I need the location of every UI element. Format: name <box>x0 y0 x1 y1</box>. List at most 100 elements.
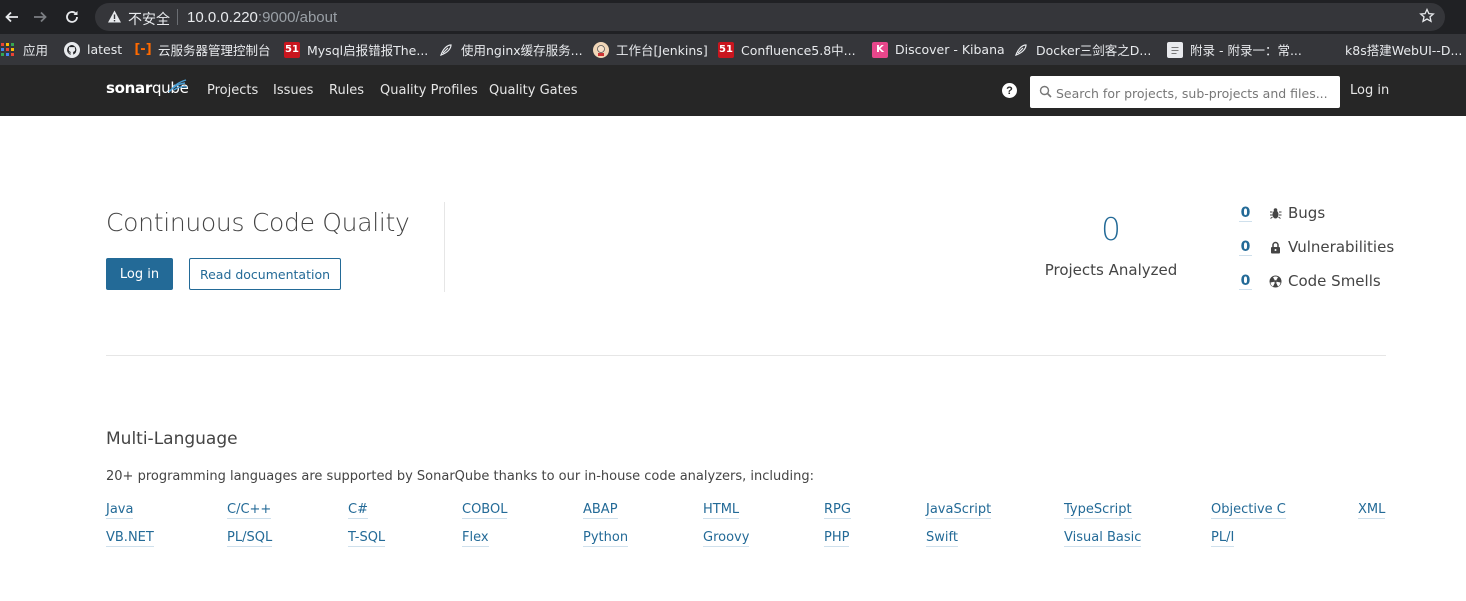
language-link-xml[interactable]: XML <box>1358 502 1386 519</box>
github-icon <box>64 41 80 58</box>
bookmarks-bar: 应用 latest [-] 云服务器管理控制台 51 Mysql启报错报The.… <box>0 34 1466 65</box>
bookmark-label: Discover - Kibana <box>895 42 1005 57</box>
bookmark-jenkins[interactable]: 工作台[Jenkins] <box>593 34 708 65</box>
bookmark-label: 使用nginx缓存服务... <box>461 43 583 58</box>
bookmark-label: Confluence5.8中... <box>741 43 856 58</box>
code-smells-metric: 0 Code Smells <box>1239 270 1381 292</box>
feather-icon <box>438 42 454 58</box>
code-smells-label: Code Smells <box>1288 272 1381 290</box>
bookmark-appendix[interactable]: 附录 - 附录一：常... <box>1167 34 1302 65</box>
bug-icon <box>1269 207 1282 220</box>
help-icon[interactable]: ? <box>1002 83 1017 98</box>
language-link-groovy[interactable]: Groovy <box>703 530 750 547</box>
bookmark-docker[interactable]: Docker三剑客之D... <box>1013 34 1151 65</box>
vulnerabilities-count[interactable]: 0 <box>1239 239 1252 256</box>
nav-quality-gates[interactable]: Quality Gates <box>489 83 578 98</box>
bookmark-aliyun[interactable]: [-] 云服务器管理控制台 <box>134 34 271 65</box>
feather-icon <box>1013 42 1029 58</box>
language-link-javascript[interactable]: JavaScript <box>926 502 992 519</box>
blank-icon <box>1322 42 1338 58</box>
omnibox-separator <box>177 9 178 25</box>
reload-icon[interactable] <box>60 5 84 29</box>
vulnerabilities-label: Vulnerabilities <box>1288 238 1395 256</box>
apps-grid-icon <box>0 42 16 58</box>
language-link-python[interactable]: Python <box>583 530 629 547</box>
search-input[interactable] <box>1054 76 1338 110</box>
site-51-icon: 51 <box>284 41 300 58</box>
language-link-html[interactable]: HTML <box>703 502 740 519</box>
bookmark-kibana[interactable]: K Discover - Kibana <box>872 34 1005 65</box>
top-navbar: sonarqube Projects Issues Rules Quality … <box>0 65 1466 116</box>
bugs-count[interactable]: 0 <box>1239 205 1252 222</box>
language-link-flex[interactable]: Flex <box>462 530 489 547</box>
vulnerabilities-metric: 0 Vulnerabilities <box>1239 236 1394 258</box>
logo-text-sonar: sonar <box>106 79 152 97</box>
language-link-pli[interactable]: PL/I <box>1211 530 1235 547</box>
bugs-metric: 0 Bugs <box>1239 202 1325 224</box>
bookmark-k8s[interactable]: k8s搭建WebUI--D... <box>1322 34 1462 65</box>
nav-login-link[interactable]: Log in <box>1350 83 1389 98</box>
bookmark-label: k8s搭建WebUI--D... <box>1345 43 1463 58</box>
projects-analyzed-label: Projects Analyzed <box>1044 261 1178 279</box>
language-link-tsql[interactable]: T-SQL <box>348 530 386 547</box>
language-link-plsql[interactable]: PL/SQL <box>227 530 273 547</box>
bookmark-nginx[interactable]: 使用nginx缓存服务... <box>438 34 583 65</box>
language-link-typescript[interactable]: TypeScript <box>1064 502 1132 519</box>
sonar-waves-icon <box>167 78 189 99</box>
browser-toolbar: 不安全 10.0.0.220:9000/about <box>0 0 1466 34</box>
bookmark-label: 工作台[Jenkins] <box>616 43 708 58</box>
language-link-csharp[interactable]: C# <box>348 502 368 519</box>
warning-icon <box>107 9 122 29</box>
radiation-icon <box>1269 275 1282 288</box>
language-link-swift[interactable]: Swift <box>926 530 958 547</box>
back-arrow-icon[interactable] <box>0 5 24 29</box>
bugs-label: Bugs <box>1288 204 1326 222</box>
code-smells-count[interactable]: 0 <box>1239 273 1252 290</box>
section-divider <box>106 355 1386 356</box>
address-bar[interactable]: 不安全 10.0.0.220:9000/about <box>95 3 1445 31</box>
forward-arrow-icon[interactable] <box>28 5 52 29</box>
url-host: 10.0.0.220 <box>187 9 258 26</box>
nav-rules[interactable]: Rules <box>329 83 364 98</box>
language-link-php[interactable]: PHP <box>824 530 850 547</box>
url-text[interactable]: 10.0.0.220:9000/about <box>187 9 337 26</box>
bookmark-mysql[interactable]: 51 Mysql启报错报The... <box>284 34 428 65</box>
url-path: :9000/about <box>257 9 338 26</box>
language-link-cobol[interactable]: COBOL <box>462 502 508 519</box>
projects-analyzed-count[interactable]: 0 <box>1049 212 1173 248</box>
read-documentation-button[interactable]: Read documentation <box>189 258 341 290</box>
language-link-rpg[interactable]: RPG <box>824 502 851 519</box>
site-51-icon: 51 <box>718 41 734 58</box>
multi-language-heading: Multi-Language <box>106 429 238 449</box>
global-search[interactable] <box>1030 76 1340 110</box>
insecure-label: 不安全 <box>128 12 170 28</box>
kibana-icon: K <box>872 41 888 58</box>
nav-issues[interactable]: Issues <box>273 83 313 98</box>
language-link-vbnet[interactable]: VB.NET <box>106 530 154 547</box>
multi-language-description: 20+ programming languages are supported … <box>106 469 814 484</box>
jenkins-icon <box>593 41 609 58</box>
language-link-c-cpp[interactable]: C/C++ <box>227 502 272 519</box>
bookmark-label: 附录 - 附录一：常... <box>1190 43 1302 58</box>
language-link-abap[interactable]: ABAP <box>583 502 618 519</box>
bookmark-star-icon[interactable] <box>1419 7 1435 29</box>
nav-projects[interactable]: Projects <box>207 83 258 98</box>
search-icon <box>1039 85 1052 103</box>
nav-quality-profiles[interactable]: Quality Profiles <box>380 83 478 98</box>
bookmark-apps[interactable]: 应用 <box>0 34 48 65</box>
language-link-java[interactable]: Java <box>106 502 134 519</box>
language-link-visual-basic[interactable]: Visual Basic <box>1064 530 1142 547</box>
bookmark-label: latest <box>87 42 123 57</box>
bookmark-latest[interactable]: latest <box>64 34 122 65</box>
aliyun-icon: [-] <box>134 42 152 57</box>
page-title: Continuous Code Quality <box>106 208 410 237</box>
bookmark-label: Mysql启报错报The... <box>307 43 429 58</box>
page-icon <box>1167 41 1183 58</box>
bookmark-label: Docker三剑客之D... <box>1036 43 1152 58</box>
hero-divider <box>444 202 445 292</box>
login-button[interactable]: Log in <box>106 258 173 290</box>
bookmark-label: 应用 <box>23 43 49 58</box>
language-link-objective-c[interactable]: Objective C <box>1211 502 1286 519</box>
bookmark-label: 云服务器管理控制台 <box>158 43 271 58</box>
bookmark-confluence[interactable]: 51 Confluence5.8中... <box>718 34 856 65</box>
